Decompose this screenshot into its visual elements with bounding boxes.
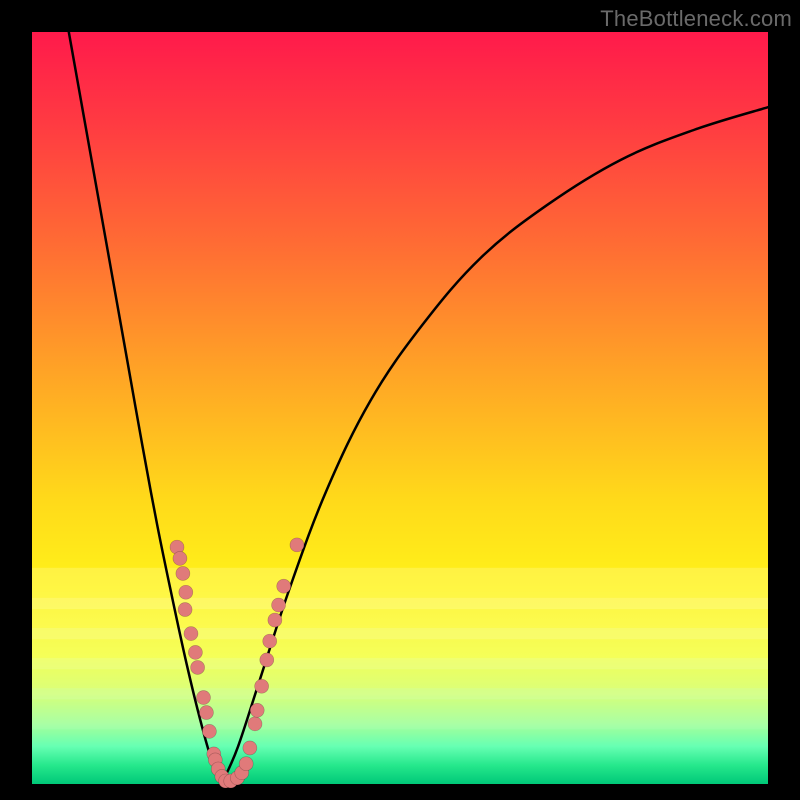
data-marker [196, 691, 210, 705]
chart-stage: TheBottleneck.com [0, 0, 800, 800]
data-marker [248, 717, 262, 731]
data-marker [178, 603, 192, 617]
data-marker [277, 579, 291, 593]
data-marker [188, 645, 202, 659]
data-marker [176, 566, 190, 580]
data-marker [243, 741, 257, 755]
data-marker [250, 703, 264, 717]
data-marker [268, 613, 282, 627]
data-marker [173, 551, 187, 565]
data-marker [263, 634, 277, 648]
data-marker [202, 724, 216, 738]
bottleneck-chart [0, 0, 800, 800]
data-marker [255, 679, 269, 693]
data-marker [179, 585, 193, 599]
data-marker [239, 757, 253, 771]
data-marker [191, 660, 205, 674]
data-marker [184, 627, 198, 641]
data-marker [272, 598, 286, 612]
site-watermark: TheBottleneck.com [600, 6, 792, 32]
data-marker [290, 538, 304, 552]
data-marker [199, 706, 213, 720]
haze-band [32, 688, 768, 729]
data-marker [260, 653, 274, 667]
